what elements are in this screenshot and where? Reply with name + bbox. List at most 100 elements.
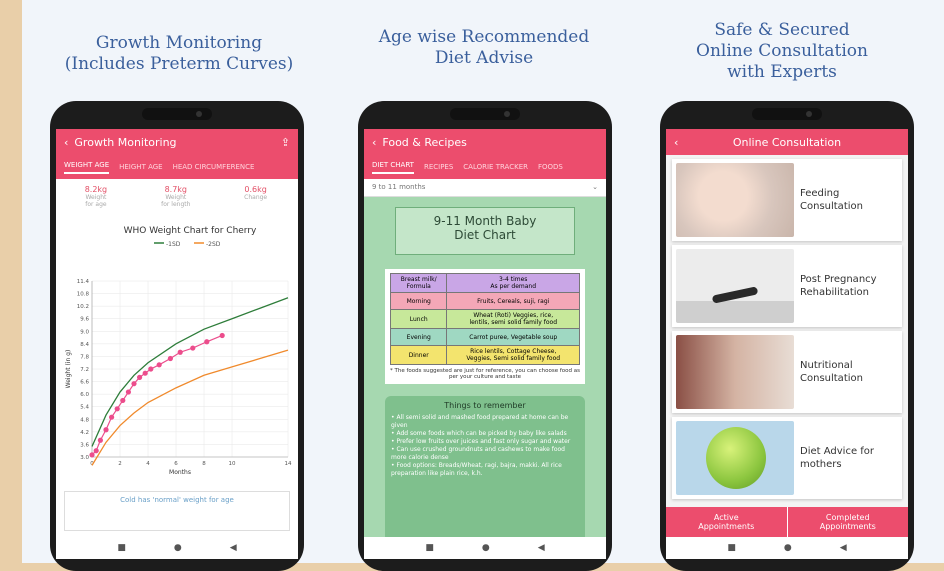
list-item: • Food options: Breads/Wheat, ragi, bajr… bbox=[391, 462, 562, 477]
data-point bbox=[190, 345, 196, 351]
caption-diet: Age wise Recommended Diet Advise bbox=[378, 27, 590, 68]
table-cell: Morning bbox=[389, 292, 448, 310]
data-point bbox=[125, 389, 131, 395]
remember-list: • All semi solid and mashed food prepare… bbox=[391, 414, 579, 478]
data-point bbox=[148, 366, 154, 372]
data-point bbox=[167, 355, 173, 362]
back-nav-icon[interactable]: ◀ bbox=[230, 543, 237, 553]
back-arrow-icon[interactable]: ‹ bbox=[64, 136, 68, 149]
home-icon[interactable]: ● bbox=[482, 543, 490, 553]
list-item: • Add some foods which can be picked by … bbox=[391, 430, 567, 437]
active-appointments-tab[interactable]: Active Appointments bbox=[666, 507, 788, 537]
stat-value: 8.2kg bbox=[84, 185, 108, 194]
apple-photo bbox=[676, 421, 794, 495]
y-tick-label: 4.2 bbox=[80, 430, 89, 436]
back-arrow-icon[interactable]: ‹ bbox=[372, 136, 376, 149]
tab-foods[interactable]: FOODS bbox=[538, 163, 563, 171]
list-item-text: Prefer low fruits over juices and fast o… bbox=[396, 438, 571, 445]
x-tick-label: 4 bbox=[146, 461, 150, 467]
page-title: Food & Recipes bbox=[382, 135, 467, 149]
diet-card-title: 9-11 Month Baby Diet Chart bbox=[395, 207, 575, 255]
growth-appbar: ‹ Growth Monitoring ⇪ bbox=[56, 129, 298, 155]
stat-label: Weight for age bbox=[85, 194, 107, 208]
recents-icon[interactable]: ■ bbox=[425, 543, 434, 553]
tab-calorie-tracker[interactable]: CALORIE TRACKER bbox=[463, 163, 528, 171]
phone-notch bbox=[450, 108, 520, 120]
home-icon[interactable]: ● bbox=[784, 543, 792, 553]
y-tick-label: 3.0 bbox=[80, 455, 89, 461]
share-icon[interactable]: ⇪ bbox=[281, 136, 290, 149]
diet-card: 9-11 Month Baby Diet Chart Breast milk/ … bbox=[364, 197, 606, 546]
baby-photo bbox=[676, 163, 794, 237]
home-icon[interactable]: ● bbox=[174, 543, 182, 553]
recents-icon[interactable]: ■ bbox=[117, 543, 126, 553]
service-card-nutrition[interactable]: Nutritional Consultation bbox=[672, 331, 902, 413]
system-navbar: ■ ● ◀ bbox=[56, 537, 298, 559]
service-card-rehab[interactable]: Post Pregnancy Rehabilitation bbox=[672, 245, 902, 327]
table-header: Breast milk/ Formula bbox=[389, 273, 448, 293]
tab-recipes[interactable]: RECIPES bbox=[424, 163, 453, 171]
stat-label: Weight for length bbox=[161, 194, 191, 208]
table-cell: Wheat (Roti) Veggies, rice, lentils, sem… bbox=[446, 309, 580, 329]
growth-tabs: WEIGHT AGE HEIGHT AGE HEAD CIRCUMFERENCE bbox=[56, 155, 298, 179]
service-label: Nutritional Consultation bbox=[800, 360, 863, 384]
recents-icon[interactable]: ■ bbox=[727, 543, 736, 553]
y-tick-label: 11.4 bbox=[77, 279, 90, 285]
chevron-down-icon: ⌄ bbox=[592, 183, 598, 191]
remember-title: Things to remember bbox=[444, 401, 526, 410]
table-cell: Lunch bbox=[389, 309, 448, 329]
completed-appointments-tab[interactable]: Completed Appointments bbox=[788, 507, 909, 537]
x-tick-label: 14 bbox=[285, 461, 292, 467]
tab-diet-chart[interactable]: DIET CHART bbox=[372, 161, 414, 174]
series-line-2 bbox=[91, 349, 289, 466]
table-cell: Carrot puree, Vegetable soup bbox=[446, 328, 580, 346]
back-nav-icon[interactable]: ◀ bbox=[840, 543, 847, 553]
back-arrow-icon[interactable]: ‹ bbox=[674, 136, 678, 149]
remember-card: Things to remember • All semi solid and … bbox=[385, 396, 585, 546]
data-point bbox=[156, 362, 162, 368]
tab-weight-age[interactable]: WEIGHT AGE bbox=[64, 161, 110, 174]
tab-head-circumference[interactable]: HEAD CIRCUMFERENCE bbox=[173, 163, 255, 171]
service-label: Post Pregnancy Rehabilitation bbox=[800, 274, 877, 298]
chart-title: WHO Weight Chart for Cherry bbox=[124, 226, 257, 236]
list-item: • Can use crushed groundnuts and cashews… bbox=[391, 446, 565, 461]
list-item-text: Can use crushed groundnuts and cashews t… bbox=[391, 446, 565, 461]
phone-food: ‹ Food & Recipes DIET CHART RECIPES CALO… bbox=[358, 101, 612, 571]
y-tick-label: 7.2 bbox=[80, 367, 89, 373]
age-select[interactable]: 9 to 11 months ⌄ bbox=[364, 179, 606, 197]
data-point bbox=[109, 414, 115, 420]
data-point bbox=[89, 452, 95, 458]
caption-consultation: Safe & Secured Online Consultation with … bbox=[696, 20, 868, 82]
stat-change: 0.6kg Change bbox=[216, 185, 296, 201]
phone-notch bbox=[142, 108, 212, 120]
tab-height-age[interactable]: HEIGHT AGE bbox=[119, 163, 162, 171]
series-line-3 bbox=[91, 334, 223, 456]
list-item-text: Food options: Breads/Wheat, ragi, bajra,… bbox=[391, 462, 562, 477]
service-card-feeding[interactable]: Feeding Consultation bbox=[672, 159, 902, 241]
legend-label: -2SD bbox=[206, 241, 221, 248]
y-axis-label: Weight (in g) bbox=[65, 350, 72, 389]
legend-label: -1SD bbox=[166, 241, 181, 248]
data-point bbox=[204, 339, 210, 345]
back-nav-icon[interactable]: ◀ bbox=[538, 543, 545, 553]
y-tick-label: 6.6 bbox=[80, 380, 89, 386]
data-point bbox=[93, 448, 99, 454]
service-label: Diet Advice for mothers bbox=[800, 446, 875, 470]
diet-table: Breast milk/ Formula 3-4 times As per dem… bbox=[389, 273, 580, 365]
table-header: 3-4 times As per demand bbox=[446, 273, 580, 293]
data-point bbox=[97, 437, 103, 443]
stat-weight-length: 8.7kg Weight for length bbox=[136, 185, 216, 208]
service-card-diet-advice[interactable]: Diet Advice for mothers bbox=[672, 417, 902, 499]
table-cell: Dinner bbox=[389, 345, 448, 365]
y-tick-label: 4.8 bbox=[80, 417, 89, 423]
y-tick-label: 8.4 bbox=[80, 342, 89, 348]
table-cell: Evening bbox=[389, 328, 448, 346]
data-point bbox=[137, 374, 143, 380]
x-tick-label: 6 bbox=[174, 461, 178, 467]
growth-chart: WHO Weight Chart for Cherry -1SD -2SD 3.0 3.… bbox=[65, 226, 292, 476]
y-tick-label: 9.6 bbox=[80, 317, 89, 323]
data-point bbox=[219, 332, 225, 339]
consult-screen: ‹ Online Consultation Feeding Consultati… bbox=[666, 129, 908, 559]
system-navbar: ■ ● ◀ bbox=[666, 537, 908, 559]
phone-growth: ‹ Growth Monitoring ⇪ WEIGHT AGE HEIGHT … bbox=[50, 101, 304, 571]
